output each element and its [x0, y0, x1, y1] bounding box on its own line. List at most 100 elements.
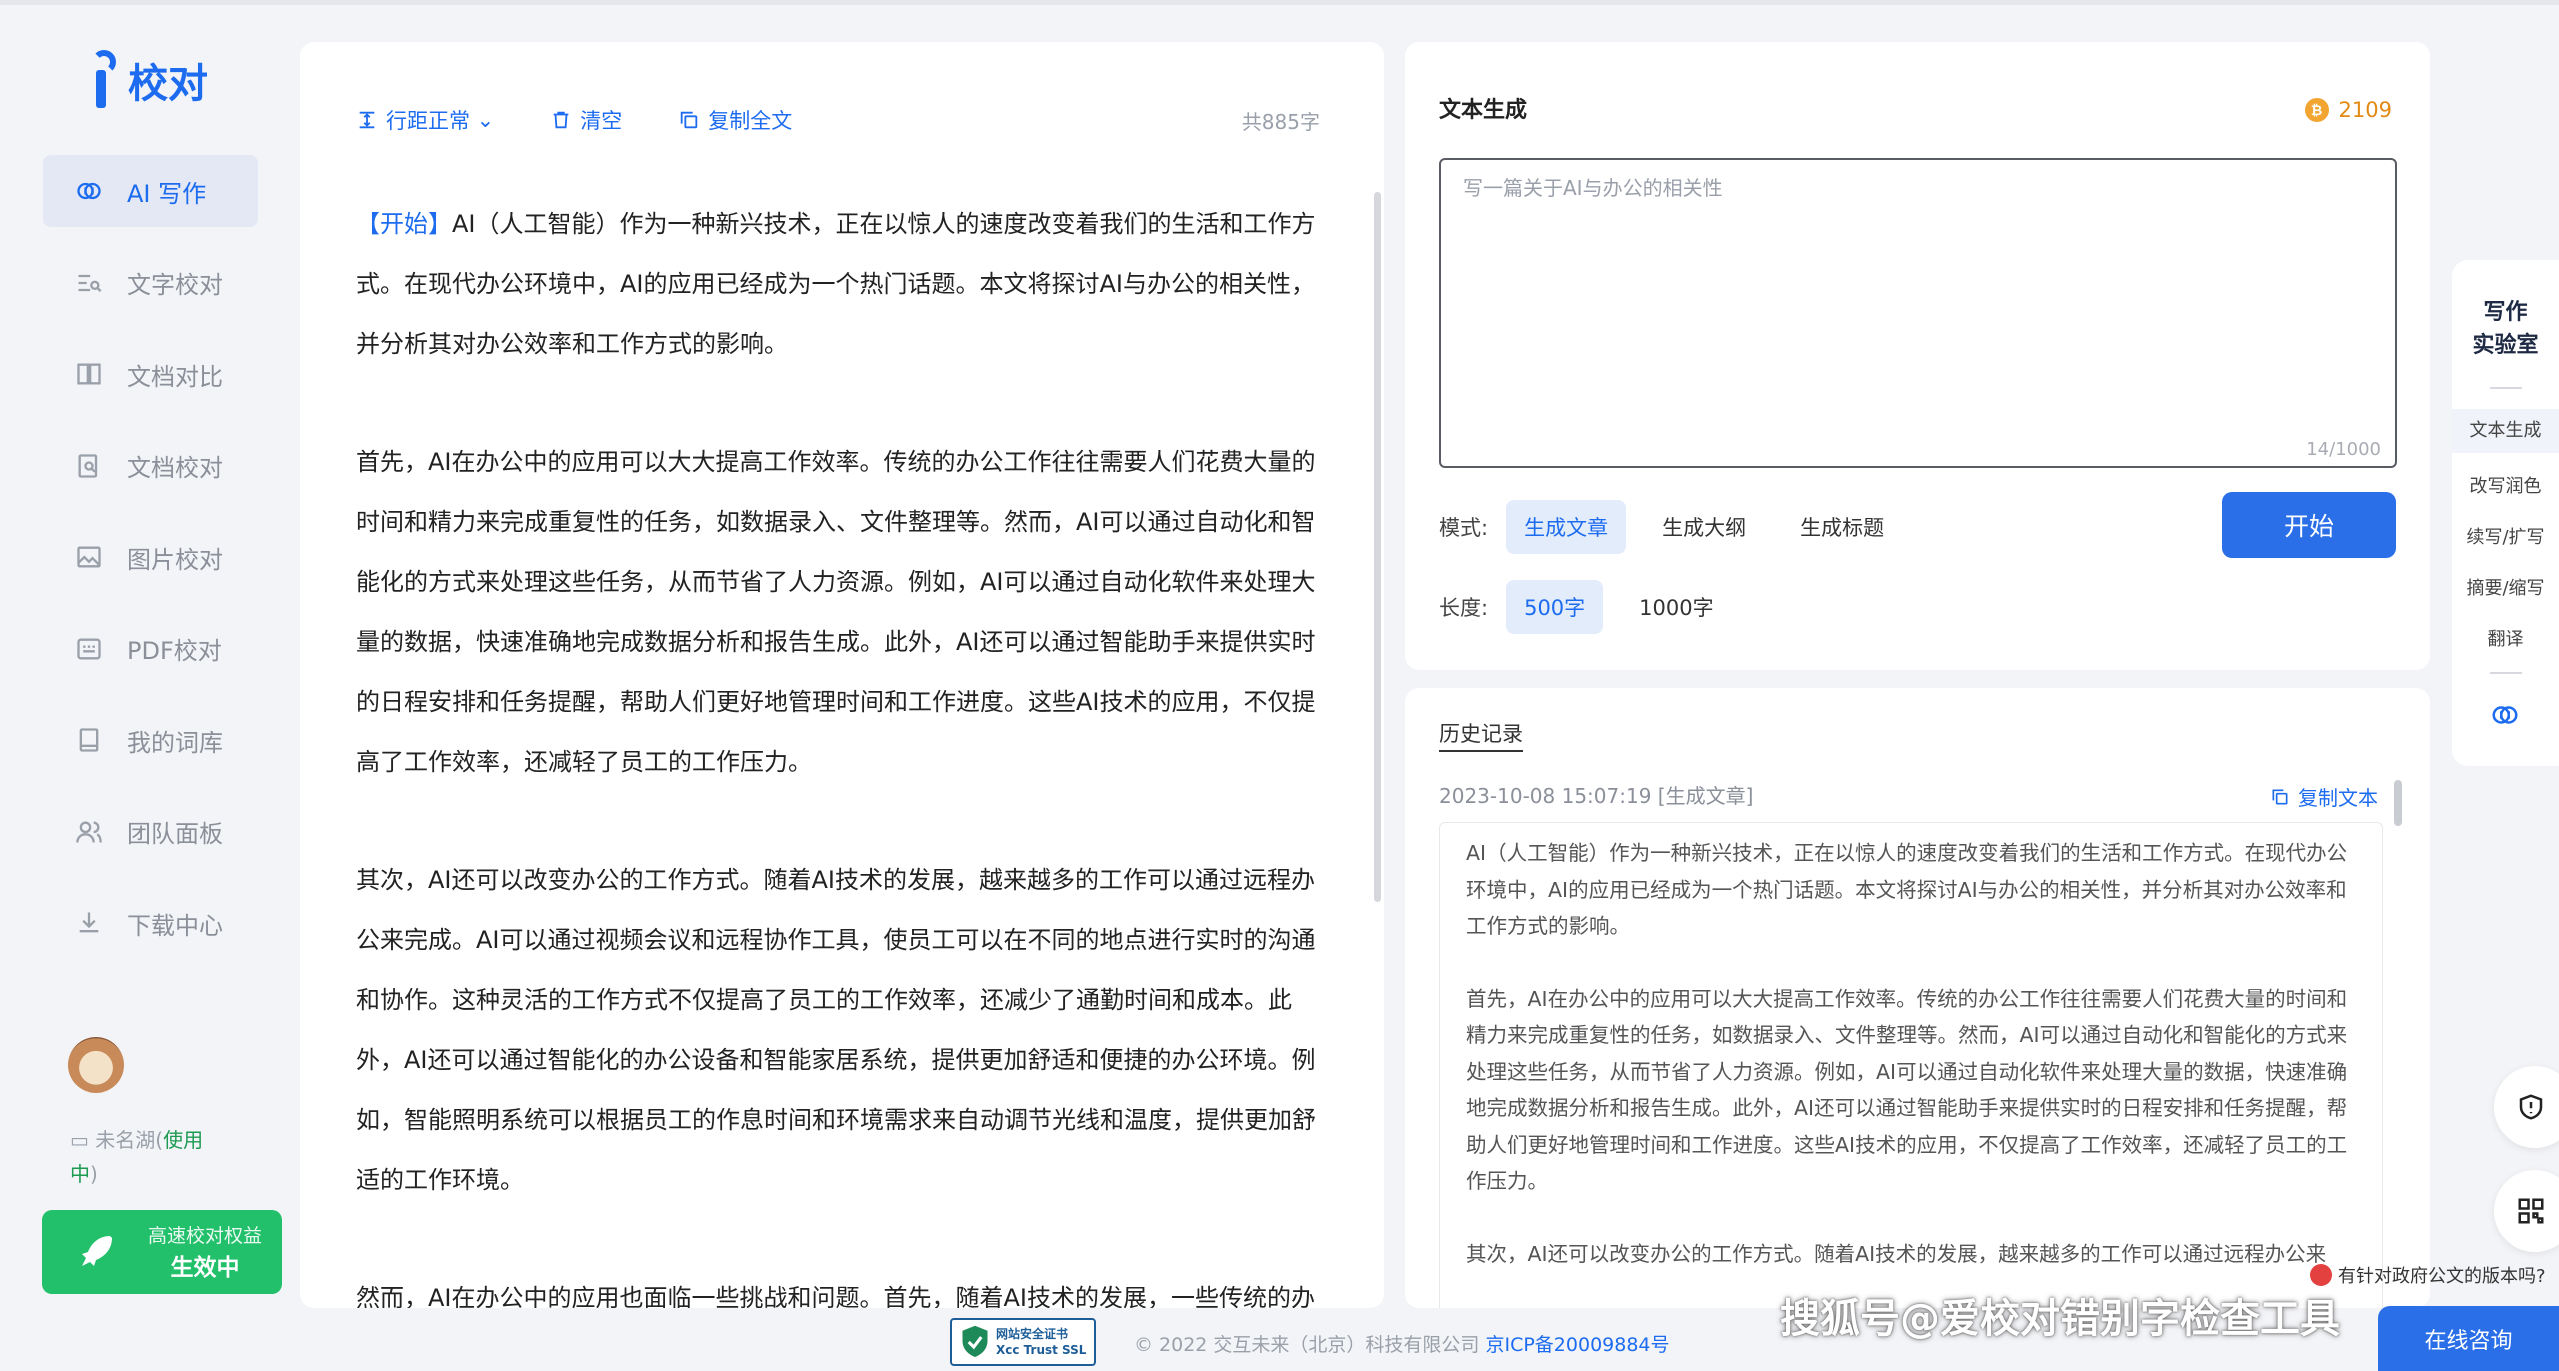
editor-paragraph: 首先，AI在办公中的应用可以大大提高工作效率。传统的办公工作往往需要人们花费大量… — [356, 448, 1316, 776]
rail-item-rewrite[interactable]: 改写润色 — [2452, 472, 2559, 498]
history-paragraph: 其次，AI还可以改变办公的工作方式。随着AI技术的发展，越来越多的工作可以通过远… — [1466, 1241, 2327, 1266]
promo-banner[interactable]: 高速校对权益 生效中 — [42, 1210, 282, 1294]
user-status: ▭ 未名湖(使用中) — [70, 1128, 204, 1186]
divider — [2490, 387, 2522, 389]
sidebar-item-label: 下载中心 — [127, 911, 223, 940]
length-option-1000[interactable]: 1000字 — [1621, 580, 1731, 634]
sidebar-item-pdf-proofread[interactable]: PDF校对 — [43, 613, 258, 685]
sidebar: 校对 AI 写作 文字校对 文档对比 文档校对 图片校对 PDF校对 我的词库 … — [0, 5, 290, 1371]
team-icon — [75, 818, 103, 846]
logo[interactable]: 校对 — [90, 50, 208, 110]
watermark: 搜狐号@爱校对错别字检查工具 — [1780, 1296, 2340, 1342]
sidebar-item-team-panel[interactable]: 团队面板 — [43, 796, 258, 868]
icp-link[interactable]: 京ICP备20009884号 — [1485, 1334, 1669, 1356]
qr-code-icon — [2518, 1198, 2544, 1224]
sidebar-item-label: 我的词库 — [127, 728, 223, 757]
mode-option-article[interactable]: 生成文章 — [1506, 500, 1627, 554]
history-paragraph: 首先，AI在办公中的应用可以大大提高工作效率。传统的办公工作往往需要人们花费大量… — [1466, 986, 2348, 1194]
editor-paragraph: 其次，AI还可以改变办公的工作方式。随着AI技术的发展，越来越多的工作可以通过远… — [356, 866, 1316, 1194]
copy-text-button[interactable]: 复制文本 — [2270, 782, 2378, 811]
sidebar-nav: AI 写作 文字校对 文档对比 文档校对 图片校对 PDF校对 我的词库 团队面… — [43, 155, 258, 979]
coin-icon: ₿ — [2304, 98, 2329, 122]
editor-paragraph: 【开始】AI（人工智能）作为一种新兴技术，正在以惊人的速度改变着我们的生活和工作… — [356, 210, 1316, 358]
sidebar-item-ai-writing[interactable]: AI 写作 — [43, 155, 258, 227]
rail-item-summary[interactable]: 摘要/缩写 — [2452, 574, 2559, 600]
sidebar-item-label: 文字校对 — [127, 271, 223, 299]
brain-icon — [75, 177, 103, 205]
mode-option-title[interactable]: 生成标题 — [1782, 500, 1902, 554]
line-spacing-dropdown[interactable]: 行距正常 ⌄ — [356, 105, 494, 135]
logo-text: 校对 — [128, 61, 208, 107]
editor-toolbar: 行距正常 ⌄ 清空 复制全文 共885字 — [356, 102, 1320, 138]
prompt-input[interactable]: 写一篇关于AI与办公的相关性 14/1000 — [1439, 158, 2397, 468]
length-selector: 长度: 500字 1000字 — [1439, 580, 1732, 634]
sidebar-item-label: 文档校对 — [127, 454, 223, 482]
compare-icon — [75, 360, 103, 388]
writing-lab-rail: 写作 实验室 文本生成 改写润色 续写/扩写 摘要/缩写 翻译 — [2452, 260, 2559, 766]
copy-icon — [2272, 789, 2288, 804]
qr-code-button[interactable] — [2494, 1170, 2559, 1252]
promo-line2: 生效中 — [170, 1255, 240, 1281]
trash-icon — [553, 111, 569, 129]
rail-item-translate[interactable]: 翻译 — [2452, 625, 2559, 651]
rail-item-continue[interactable]: 续写/扩写 — [2452, 523, 2559, 549]
sidebar-item-download-center[interactable]: 下载中心 — [43, 887, 258, 959]
shield-check-icon — [962, 1325, 988, 1357]
history-title[interactable]: 历史记录 — [1439, 718, 1523, 752]
length-label: 长度: — [1439, 596, 1489, 620]
logo-icon — [90, 50, 124, 110]
sidebar-item-label: PDF校对 — [127, 637, 222, 665]
brain-icon[interactable] — [2490, 700, 2520, 730]
prompt-char-count: 14/1000 — [2306, 439, 2381, 460]
rail-title: 写作 实验室 — [2472, 300, 2539, 358]
sidebar-item-label: 文档对比 — [127, 362, 223, 391]
download-icon — [75, 909, 103, 937]
coin-balance: ₿ 2109 — [2304, 98, 2392, 122]
sidebar-item-label: 团队面板 — [127, 820, 223, 848]
start-tag: 【开始】 — [356, 210, 452, 238]
ssl-badge[interactable]: 网站安全证书 Xcc Trust SSL — [950, 1318, 1096, 1366]
editor-panel: 行距正常 ⌄ 清空 复制全文 共885字 【开始】AI（人工智能）作为一种新兴技… — [300, 42, 1384, 1308]
sidebar-item-image-proofread[interactable]: 图片校对 — [43, 521, 258, 593]
mode-label: 模式: — [1439, 516, 1489, 540]
editor-content[interactable]: 【开始】AI（人工智能）作为一种新兴技术，正在以惊人的速度改变着我们的生活和工作… — [356, 194, 1316, 1308]
history-timestamp: 2023-10-08 15:07:19 [生成文章] — [1439, 784, 1754, 808]
divider — [2490, 672, 2522, 674]
history-panel: 历史记录 2023-10-08 15:07:19 [生成文章] 复制文本 AI（… — [1405, 688, 2430, 1308]
security-button[interactable] — [2494, 1066, 2559, 1148]
mode-option-outline[interactable]: 生成大纲 — [1644, 500, 1764, 554]
editor-scrollbar[interactable] — [1374, 192, 1381, 902]
panel-title: 文本生成 — [1439, 98, 1528, 123]
mode-selector: 模式: 生成文章 生成大纲 生成标题 — [1439, 500, 1902, 554]
copyright: © 2022 交互未来（北京）科技有限公司 京ICP备20009884号 — [1134, 1334, 1670, 1356]
length-option-500[interactable]: 500字 — [1506, 580, 1604, 634]
chat-notice[interactable]: 有针对政府公文的版本吗? — [2310, 1262, 2546, 1288]
book-icon — [75, 726, 103, 754]
copy-icon — [681, 111, 698, 129]
shield-icon — [2519, 1094, 2543, 1120]
rail-item-text-generation[interactable]: 文本生成 — [2452, 409, 2559, 453]
text-generation-panel: 文本生成 ₿ 2109 写一篇关于AI与办公的相关性 14/1000 模式: 生… — [1405, 42, 2430, 670]
top-border — [0, 0, 2559, 5]
sidebar-item-doc-compare[interactable]: 文档对比 — [43, 338, 258, 410]
start-button[interactable]: 开始 — [2222, 492, 2396, 558]
clear-button[interactable]: 清空 — [550, 105, 622, 135]
history-content: AI（人工智能）作为一种新兴技术，正在以惊人的速度改变着我们的生活和工作方式。在… — [1439, 822, 2383, 1308]
pdf-icon — [75, 635, 103, 663]
rocket-icon — [82, 1236, 112, 1266]
text-search-icon — [75, 269, 103, 297]
avatar[interactable] — [68, 1037, 124, 1093]
line-spacing-icon — [359, 111, 375, 129]
copy-all-button[interactable]: 复制全文 — [678, 105, 792, 135]
chat-icon — [2310, 1264, 2332, 1286]
sidebar-item-text-proofread[interactable]: 文字校对 — [43, 247, 258, 319]
sidebar-item-label: AI 写作 — [127, 179, 207, 208]
sidebar-item-my-lexicon[interactable]: 我的词库 — [43, 704, 258, 776]
online-consult-button[interactable]: 在线咨询 — [2378, 1306, 2559, 1371]
history-scrollbar[interactable] — [2394, 780, 2402, 826]
word-count: 共885字 — [1241, 109, 1320, 134]
image-icon — [75, 543, 103, 571]
document-search-icon — [75, 452, 103, 480]
history-paragraph: AI（人工智能）作为一种新兴技术，正在以惊人的速度改变着我们的生活和工作方式。在… — [1466, 841, 2348, 938]
sidebar-item-doc-proofread[interactable]: 文档校对 — [43, 430, 258, 502]
